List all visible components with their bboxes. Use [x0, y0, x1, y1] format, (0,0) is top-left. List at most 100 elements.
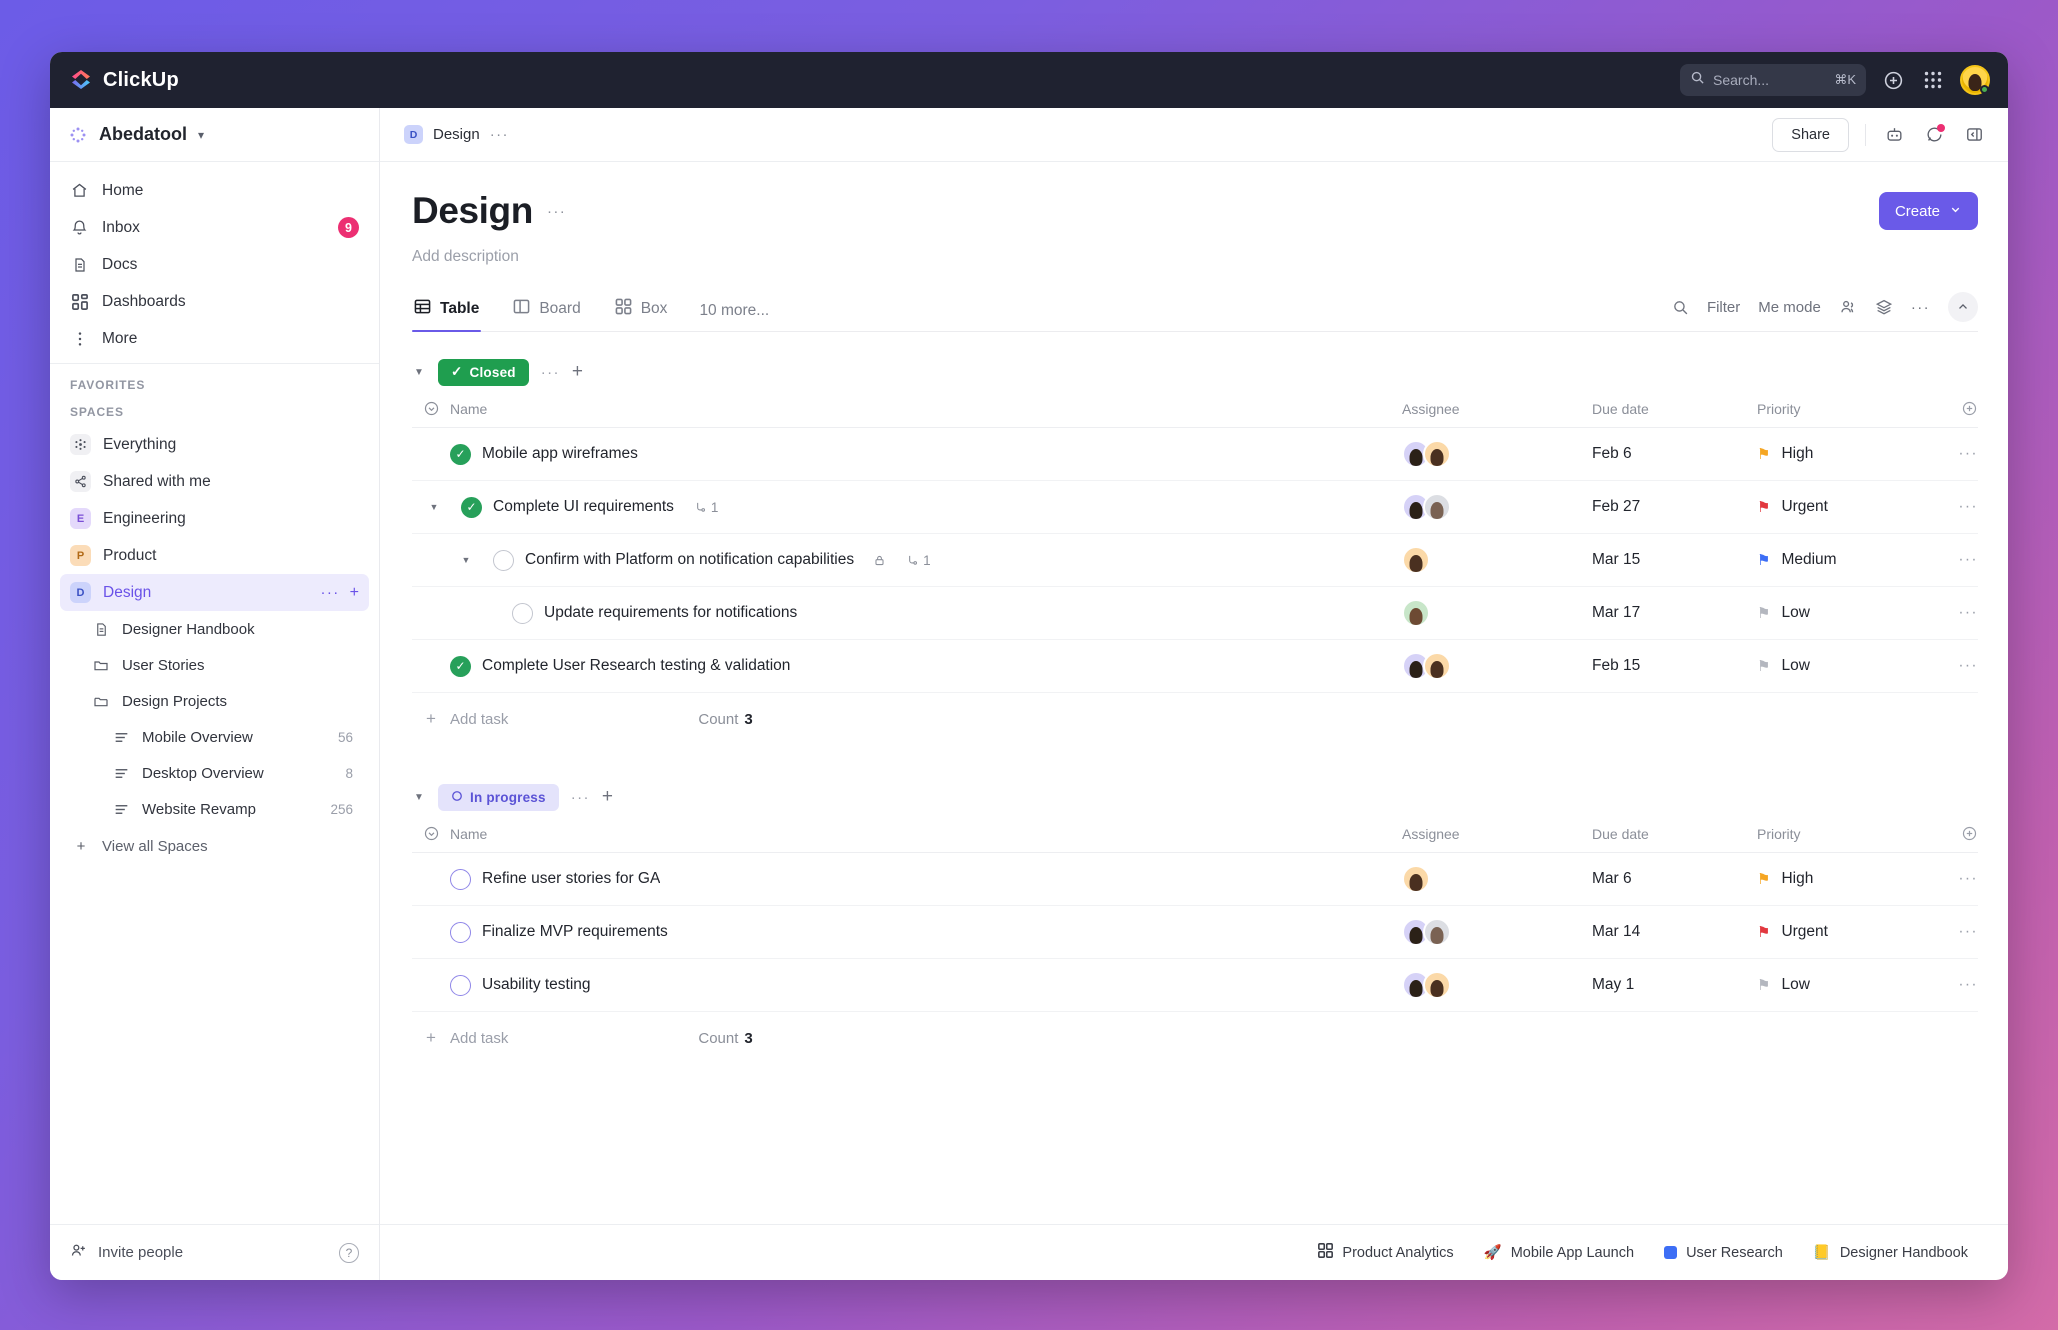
breadcrumb-more-icon[interactable]: ···	[490, 126, 509, 143]
robot-icon[interactable]	[1882, 123, 1906, 147]
task-due-date[interactable]: May 1	[1592, 976, 1757, 994]
table-row[interactable]: Usability testing May 1 ⚑ Low ···	[412, 959, 1978, 1012]
add-task-row[interactable]: + Add task Count 3	[412, 1012, 1978, 1064]
share-button[interactable]: Share	[1772, 117, 1849, 152]
column-header-due-date[interactable]: Due date	[1592, 826, 1757, 842]
add-column-icon[interactable]	[1932, 825, 1978, 842]
sidebar-item-mobile-overview[interactable]: Mobile Overview 56	[60, 719, 369, 755]
task-priority[interactable]: ⚑ Low	[1757, 976, 1932, 994]
row-more-icon[interactable]: ···	[1932, 604, 1978, 622]
invite-people-label[interactable]: Invite people	[98, 1244, 183, 1261]
tabs-more-button[interactable]: 10 more...	[699, 302, 769, 331]
column-header-assignee[interactable]: Assignee	[1402, 401, 1592, 417]
group-collapse-icon[interactable]: ▼	[412, 367, 426, 378]
footer-item-mobile-app-launch[interactable]: 🚀 Mobile App Launch	[1484, 1244, 1634, 1262]
table-row[interactable]: ✓ Mobile app wireframes Feb 6 ⚑ High ···	[412, 428, 1978, 481]
task-priority[interactable]: ⚑ Urgent	[1757, 923, 1932, 941]
row-more-icon[interactable]: ···	[1932, 498, 1978, 516]
sidebar-item-docs[interactable]: Docs	[60, 246, 369, 283]
task-status-checkbox[interactable]: ✓	[461, 496, 482, 518]
comment-icon[interactable]	[1922, 123, 1946, 147]
brand[interactable]: ClickUp	[70, 69, 179, 92]
view-more-icon[interactable]: ···	[1911, 299, 1930, 316]
select-all-icon[interactable]	[412, 400, 450, 417]
task-assignees[interactable]	[1402, 599, 1592, 627]
chevron-up-icon[interactable]	[1948, 292, 1978, 322]
status-badge[interactable]: ✓ Closed	[438, 358, 529, 386]
table-row[interactable]: Finalize MVP requirements Mar 14 ⚑ Urgen…	[412, 906, 1978, 959]
tab-box[interactable]: Box	[613, 298, 670, 331]
tab-table[interactable]: Table	[412, 298, 482, 332]
breadcrumb-label[interactable]: Design	[433, 126, 480, 143]
column-header-name[interactable]: Name	[450, 826, 1402, 842]
filter-button[interactable]: Filter	[1707, 299, 1740, 316]
task-assignees[interactable]	[1402, 865, 1592, 893]
sidebar-item-shared-with-me[interactable]: Shared with me	[60, 463, 369, 500]
search-icon[interactable]	[1672, 299, 1689, 316]
column-header-priority[interactable]: Priority	[1757, 401, 1932, 417]
search-input[interactable]: Search... ⌘K	[1680, 64, 1866, 96]
column-header-assignee[interactable]: Assignee	[1402, 826, 1592, 842]
apps-grid-icon[interactable]	[1920, 67, 1946, 93]
sidebar-item-product[interactable]: P Product	[60, 537, 369, 574]
task-status-checkbox[interactable]	[450, 868, 471, 890]
sidebar-item-more[interactable]: More	[60, 320, 369, 357]
sidebar-item-home[interactable]: Home	[60, 172, 369, 209]
footer-item-user-research[interactable]: User Research	[1664, 1245, 1783, 1261]
sidebar-item-design-projects[interactable]: Design Projects	[60, 683, 369, 719]
me-mode-button[interactable]: Me mode	[1758, 299, 1821, 316]
task-due-date[interactable]: Mar 14	[1592, 923, 1757, 941]
row-more-icon[interactable]: ···	[1932, 445, 1978, 463]
task-priority[interactable]: ⚑ Urgent	[1757, 498, 1932, 516]
task-assignees[interactable]	[1402, 652, 1592, 680]
add-task-row[interactable]: + Add task Count 3	[412, 693, 1978, 745]
select-all-icon[interactable]	[412, 825, 450, 842]
table-row[interactable]: Update requirements for notifications Ma…	[412, 587, 1978, 640]
sidebar-item-website-revamp[interactable]: Website Revamp 256	[60, 791, 369, 827]
sidebar-item-engineering[interactable]: E Engineering	[60, 500, 369, 537]
column-header-priority[interactable]: Priority	[1757, 826, 1932, 842]
row-more-icon[interactable]: ···	[1932, 551, 1978, 569]
footer-item-product-analytics[interactable]: Product Analytics	[1318, 1243, 1454, 1262]
task-status-checkbox[interactable]	[493, 549, 514, 571]
task-due-date[interactable]: Feb 15	[1592, 657, 1757, 675]
add-column-icon[interactable]	[1932, 400, 1978, 417]
avatar[interactable]	[1960, 65, 1990, 95]
status-badge[interactable]: In progress	[438, 783, 559, 811]
workspace-switcher[interactable]: Abedatool ▾	[50, 108, 379, 162]
people-icon[interactable]	[1839, 298, 1857, 316]
tab-board[interactable]: Board	[511, 298, 582, 331]
row-more-icon[interactable]: ···	[1932, 976, 1978, 994]
sidebar-item-design[interactable]: D Design ··· +	[60, 574, 369, 611]
table-row[interactable]: Refine user stories for GA Mar 6 ⚑ High …	[412, 853, 1978, 906]
task-assignees[interactable]	[1402, 546, 1592, 574]
sidebar-item-designer-handbook[interactable]: Designer Handbook	[60, 611, 369, 647]
task-status-checkbox[interactable]: ✓	[450, 655, 471, 677]
plus-circle-icon[interactable]	[1880, 67, 1906, 93]
group-more-icon[interactable]: ···	[571, 789, 590, 806]
space-add-icon[interactable]: +	[350, 584, 359, 602]
task-priority[interactable]: ⚑ Low	[1757, 604, 1932, 622]
task-due-date[interactable]: Mar 15	[1592, 551, 1757, 569]
row-more-icon[interactable]: ···	[1932, 657, 1978, 675]
row-expand-icon[interactable]: ▼	[426, 502, 442, 512]
add-description-field[interactable]: Add description	[412, 248, 1978, 266]
table-row[interactable]: ▼ ✓ Complete UI requirements 1 Feb 27 ⚑ …	[412, 481, 1978, 534]
task-priority[interactable]: ⚑ Medium	[1757, 551, 1932, 569]
task-due-date[interactable]: Feb 6	[1592, 445, 1757, 463]
task-status-checkbox[interactable]	[512, 602, 533, 624]
task-due-date[interactable]: Mar 17	[1592, 604, 1757, 622]
task-status-checkbox[interactable]: ✓	[450, 443, 471, 465]
column-header-due-date[interactable]: Due date	[1592, 401, 1757, 417]
task-assignees[interactable]	[1402, 918, 1592, 946]
column-header-name[interactable]: Name	[450, 401, 1402, 417]
task-due-date[interactable]: Mar 6	[1592, 870, 1757, 888]
task-assignees[interactable]	[1402, 440, 1592, 468]
sidebar-item-desktop-overview[interactable]: Desktop Overview 8	[60, 755, 369, 791]
task-status-checkbox[interactable]	[450, 974, 471, 996]
task-due-date[interactable]: Feb 27	[1592, 498, 1757, 516]
create-button[interactable]: Create	[1878, 192, 1978, 230]
group-add-icon[interactable]: +	[572, 361, 583, 383]
row-more-icon[interactable]: ···	[1932, 870, 1978, 888]
help-icon[interactable]: ?	[339, 1242, 359, 1263]
